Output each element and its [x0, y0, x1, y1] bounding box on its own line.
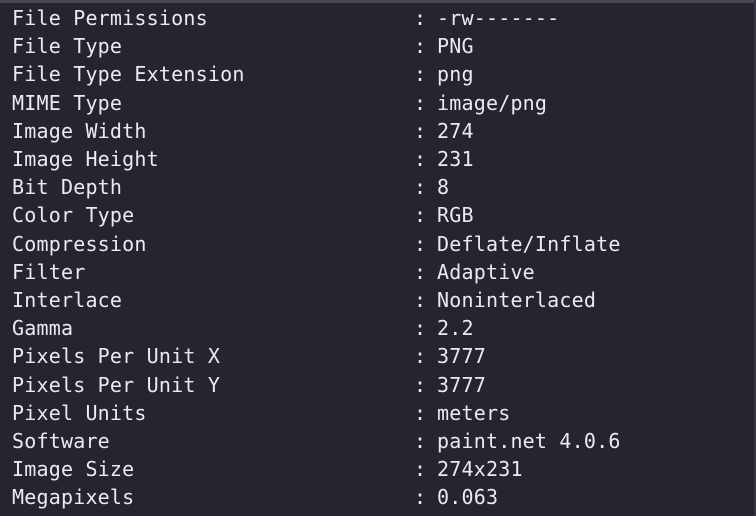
metadata-row: Megapixels:0.063: [12, 483, 752, 511]
metadata-separator: :: [414, 62, 427, 87]
metadata-row: Pixels Per Unit Y:3777: [12, 370, 752, 398]
metadata-separator: :: [414, 485, 427, 510]
metadata-separator: :: [414, 259, 427, 284]
metadata-row: Image Width:274: [12, 117, 752, 145]
metadata-value: RGB: [437, 203, 474, 228]
metadata-key: Color Type: [12, 203, 135, 228]
metadata-key: Interlace: [12, 287, 123, 312]
metadata-value: Adaptive: [437, 259, 535, 284]
metadata-value: 274x231: [437, 457, 523, 482]
metadata-row: Pixel Units: meters: [12, 399, 752, 427]
metadata-value: 3777: [437, 372, 486, 397]
metadata-key: Filter: [12, 259, 86, 284]
metadata-separator: :: [414, 118, 427, 143]
metadata-row: Software: paint.net 4.0.6: [12, 427, 752, 455]
metadata-value: image/png: [437, 90, 548, 115]
metadata-key: Pixels Per Unit Y: [12, 372, 221, 397]
terminal-output[interactable]: File Permissions: -rw------- File Type: PNG…: [12, 4, 752, 511]
metadata-key: Image Size: [12, 457, 135, 482]
metadata-key: Pixels Per Unit X: [12, 344, 221, 369]
metadata-key: Bit Depth: [12, 175, 123, 200]
metadata-row: Pixels Per Unit X:3777: [12, 342, 752, 370]
metadata-key: Megapixels: [12, 485, 135, 510]
metadata-separator: :: [414, 203, 427, 228]
metadata-row: Interlace: Noninterlaced: [12, 286, 752, 314]
metadata-key: MIME Type: [12, 90, 123, 115]
metadata-key: File Type Extension: [12, 62, 245, 87]
metadata-separator: :: [414, 90, 427, 115]
metadata-key: Software: [12, 428, 110, 453]
metadata-separator: :: [414, 372, 427, 397]
metadata-key: Compression: [12, 231, 147, 256]
metadata-row: Filter: Adaptive: [12, 258, 752, 286]
metadata-row: File Type Extension: png: [12, 60, 752, 88]
metadata-separator: :: [414, 6, 427, 31]
metadata-separator: :: [414, 316, 427, 341]
metadata-value: Noninterlaced: [437, 287, 597, 312]
metadata-value: -rw-------: [437, 6, 560, 31]
metadata-row: Gamma:2.2: [12, 314, 752, 342]
metadata-key: File Type: [12, 34, 123, 59]
metadata-row: MIME Type: image/png: [12, 89, 752, 117]
metadata-value: png: [437, 62, 474, 87]
window-top-border: [0, 0, 756, 3]
metadata-value: PNG: [437, 34, 474, 59]
metadata-value: 0.063: [437, 485, 499, 510]
metadata-key: Image Width: [12, 118, 147, 143]
metadata-row: Bit Depth:8: [12, 173, 752, 201]
metadata-value: meters: [437, 400, 511, 425]
metadata-value: 3777: [437, 344, 486, 369]
metadata-row: Image Height:231: [12, 145, 752, 173]
metadata-separator: :: [414, 457, 427, 482]
metadata-separator: :: [414, 428, 427, 453]
metadata-value: 231: [437, 147, 474, 172]
metadata-row: File Type: PNG: [12, 32, 752, 60]
metadata-value: paint.net 4.0.6: [437, 428, 621, 453]
metadata-separator: :: [414, 400, 427, 425]
metadata-separator: :: [414, 344, 427, 369]
metadata-value: 2.2: [437, 316, 474, 341]
metadata-value: 8: [437, 175, 450, 200]
metadata-key: File Permissions: [12, 6, 208, 31]
metadata-key: Image Height: [12, 147, 159, 172]
metadata-separator: :: [414, 175, 427, 200]
metadata-key: Pixel Units: [12, 400, 147, 425]
metadata-separator: :: [414, 231, 427, 256]
metadata-row: File Permissions: -rw-------: [12, 4, 752, 32]
metadata-key: Gamma: [12, 316, 74, 341]
metadata-value: 274: [437, 118, 474, 143]
metadata-value: Deflate/Inflate: [437, 231, 621, 256]
metadata-row: Color Type: RGB: [12, 201, 752, 229]
metadata-row: Image Size:274x231: [12, 455, 752, 483]
metadata-separator: :: [414, 34, 427, 59]
metadata-separator: :: [414, 287, 427, 312]
metadata-separator: :: [414, 147, 427, 172]
metadata-row: Compression: Deflate/Inflate: [12, 230, 752, 258]
